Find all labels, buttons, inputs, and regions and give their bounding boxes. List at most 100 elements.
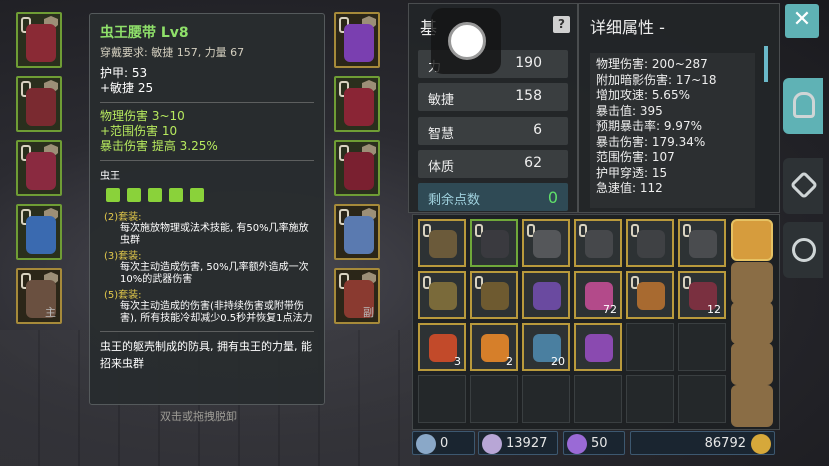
inventory-cell[interactable] bbox=[626, 271, 674, 319]
left-equip-slot[interactable] bbox=[16, 12, 62, 68]
right-equip-slot[interactable]: 副 bbox=[334, 268, 380, 324]
inventory-cell[interactable] bbox=[470, 219, 518, 267]
equipment-item-icon bbox=[344, 24, 374, 62]
inventory-item-icon bbox=[429, 230, 457, 258]
inventory-cell[interactable] bbox=[678, 219, 726, 267]
divider bbox=[100, 331, 314, 332]
crossed-swords-icon bbox=[789, 170, 819, 200]
stat-value: 62 bbox=[524, 155, 542, 171]
right-equip-slot[interactable] bbox=[334, 12, 380, 68]
helmet-icon bbox=[793, 92, 815, 118]
inventory-cell[interactable] bbox=[574, 219, 622, 267]
left-equip-slot[interactable] bbox=[16, 140, 62, 196]
item-crit-damage: 暴击伤害 提高 3.25% bbox=[100, 139, 218, 153]
detail-stat-line: 暴击伤害: 179.34% bbox=[596, 134, 706, 149]
slot-tag: 副 bbox=[363, 306, 374, 319]
soul-currency-icon bbox=[482, 434, 502, 454]
detail-stat-line: 物理伤害: 200~287 bbox=[596, 57, 708, 71]
equipment-item-icon bbox=[26, 88, 56, 126]
inventory-cell[interactable] bbox=[678, 323, 726, 371]
set-bonus-heading: (2)套装: bbox=[104, 212, 142, 223]
close-button[interactable]: ✕ bbox=[785, 4, 819, 38]
inventory-cell[interactable] bbox=[418, 375, 466, 423]
stat-label: 敏捷 bbox=[428, 93, 455, 108]
left-equip-slot[interactable] bbox=[16, 76, 62, 132]
inventory-cell[interactable] bbox=[522, 271, 570, 319]
crystal-currency-value: 50 bbox=[591, 436, 608, 451]
inventory-cell[interactable] bbox=[626, 375, 674, 423]
gem-currency-icon bbox=[416, 434, 436, 454]
bag-slot[interactable] bbox=[731, 343, 773, 385]
unequip-hint: 双击或拖拽脱卸 bbox=[160, 410, 237, 423]
item-range-damage: +范围伤害 10 bbox=[100, 124, 178, 138]
detail-stat-line: 增加攻速: 5.65% bbox=[596, 88, 690, 102]
inventory-cell[interactable] bbox=[470, 375, 518, 423]
inventory-cell[interactable]: 2 bbox=[470, 323, 518, 371]
tab-skills[interactable] bbox=[783, 158, 823, 214]
inventory-cell[interactable]: 3 bbox=[418, 323, 466, 371]
right-equip-slot[interactable] bbox=[334, 204, 380, 260]
floating-assist-button[interactable] bbox=[431, 8, 501, 74]
set-name: 虫王 bbox=[100, 171, 120, 182]
detail-scrollbar[interactable] bbox=[764, 46, 768, 82]
detail-stat-line: 护甲穿透: 15 bbox=[596, 165, 668, 180]
stat-label: 体质 bbox=[428, 160, 455, 175]
bag-slot[interactable] bbox=[731, 262, 773, 304]
set-bonus-description: 每次主动造成伤害, 50%几率额外造成一次10%的武器伤害 bbox=[120, 262, 309, 285]
gem-currency: 0 bbox=[412, 431, 475, 455]
inventory-cell[interactable]: 12 bbox=[678, 271, 726, 319]
detail-panel-title[interactable]: 详细属性 - bbox=[590, 14, 665, 38]
item-phys-damage: 物理伤害 3~10 bbox=[100, 109, 185, 123]
right-equip-slot[interactable] bbox=[334, 76, 380, 132]
belt-icon bbox=[148, 188, 162, 202]
divider bbox=[100, 102, 314, 103]
inventory-item-icon bbox=[585, 230, 613, 258]
equipment-item-icon bbox=[26, 152, 56, 190]
detail-stat-line: 范围伤害: 107 bbox=[596, 150, 675, 164]
tab-settings[interactable] bbox=[783, 222, 823, 278]
set-bonus-description: 每次主动造成的伤害(非持续伤害或附带伤害), 所有技能冷却减少0.5秒并恢复1点… bbox=[120, 301, 313, 324]
soul-currency-value: 13927 bbox=[506, 436, 548, 451]
item-count: 3 bbox=[454, 355, 461, 368]
bag-slot[interactable] bbox=[731, 302, 773, 344]
inventory-cell[interactable]: 20 bbox=[522, 323, 570, 371]
bag-slot[interactable] bbox=[731, 385, 773, 427]
inventory-cell[interactable] bbox=[522, 375, 570, 423]
item-requirement: 穿戴要求: 敏捷 157, 力量 67 bbox=[100, 46, 245, 59]
right-equip-slot[interactable] bbox=[334, 140, 380, 196]
remaining-points-label: 剩余点数 bbox=[428, 193, 481, 208]
inventory-item-icon bbox=[585, 334, 613, 362]
help-icon[interactable]: ? bbox=[553, 16, 570, 33]
tab-equipment[interactable] bbox=[783, 78, 823, 134]
inventory-cell[interactable]: 72 bbox=[574, 271, 622, 319]
inventory-cell[interactable] bbox=[418, 271, 466, 319]
bag-slot[interactable] bbox=[731, 219, 773, 261]
gem-currency-value: 0 bbox=[440, 436, 449, 451]
set-bonus-description: 每次施放物理或法术技能, 有50%几率施放虫群 bbox=[120, 223, 309, 246]
item-count: 2 bbox=[506, 355, 513, 368]
detail-stat-list[interactable]: 物理伤害: 200~287 附加暗影伤害: 17~18 增加攻速: 5.65% 暴击值… bbox=[590, 53, 755, 208]
inventory-item-icon bbox=[429, 282, 457, 310]
left-equip-slot[interactable]: 主 bbox=[16, 268, 62, 324]
inventory-cell[interactable] bbox=[418, 219, 466, 267]
divider bbox=[100, 160, 314, 161]
left-equip-slot[interactable] bbox=[16, 204, 62, 260]
inventory-cell[interactable] bbox=[470, 271, 518, 319]
stat-value: 158 bbox=[515, 88, 542, 104]
stat-value: 190 bbox=[515, 55, 542, 71]
inventory-cell[interactable] bbox=[574, 375, 622, 423]
stat-value: 6 bbox=[533, 122, 542, 138]
inventory-cell[interactable] bbox=[626, 219, 674, 267]
set-bonus-heading: (3)套装: bbox=[104, 251, 142, 262]
set-piece-icons bbox=[106, 188, 314, 202]
item-title: 虫王腰带 Lv8 bbox=[100, 25, 189, 41]
inventory-cell[interactable] bbox=[626, 323, 674, 371]
item-armor: 护甲: 53 bbox=[100, 66, 148, 80]
inventory-cell[interactable] bbox=[522, 219, 570, 267]
stat-row: 智慧 6 bbox=[418, 117, 568, 145]
lifebuoy-icon bbox=[792, 238, 816, 262]
inventory-cell[interactable] bbox=[574, 323, 622, 371]
stat-row: 敏捷 158 bbox=[418, 83, 568, 111]
inventory-cell[interactable] bbox=[678, 375, 726, 423]
item-count: 12 bbox=[707, 303, 721, 316]
